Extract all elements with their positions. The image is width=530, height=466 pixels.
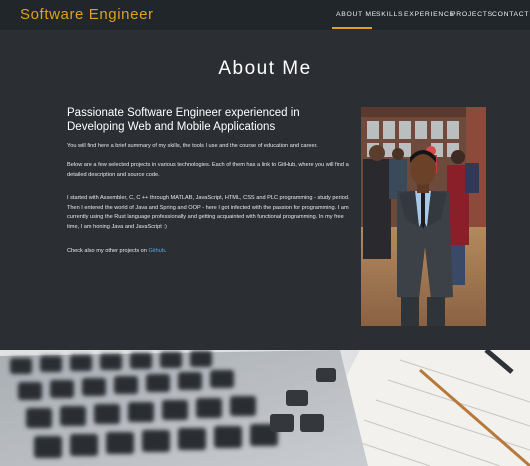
about-heading: Passionate Software Engineer experienced… — [67, 107, 300, 133]
nav-projects[interactable]: PROJECTS — [451, 11, 493, 18]
section-title: About Me — [218, 58, 312, 79]
brand-logo-link[interactable]: Software Engineer — [20, 6, 154, 23]
github-suffix: . — [164, 248, 167, 254]
active-nav-indicator — [332, 27, 372, 29]
nav-skills[interactable]: SKILLS — [376, 11, 403, 18]
about-paragraph-summary: You will find here a brief summary of my… — [67, 143, 318, 149]
about-paragraph-github: Check also my other projects on Github. — [67, 247, 352, 257]
about-paragraph-background: I started with Assembler, C, C ++ throug… — [67, 195, 350, 230]
github-prefix: Check also my other projects on — [67, 248, 149, 254]
navbar: Software Engineer ABOUT ME SKILLS EXPERI… — [0, 0, 530, 30]
about-paragraph-projects: Below are a few selected projects in var… — [67, 162, 349, 178]
about-section: About Me Passionate Software Engineer ex… — [0, 30, 530, 350]
nav-experience[interactable]: EXPERIENCE — [404, 11, 455, 18]
nav-about-me[interactable]: ABOUT ME — [336, 11, 377, 18]
keyboard-banner-image — [0, 350, 530, 466]
profile-photo — [361, 107, 486, 326]
nav-contact[interactable]: CONTACT — [492, 11, 529, 18]
github-link[interactable]: Github — [148, 248, 164, 254]
